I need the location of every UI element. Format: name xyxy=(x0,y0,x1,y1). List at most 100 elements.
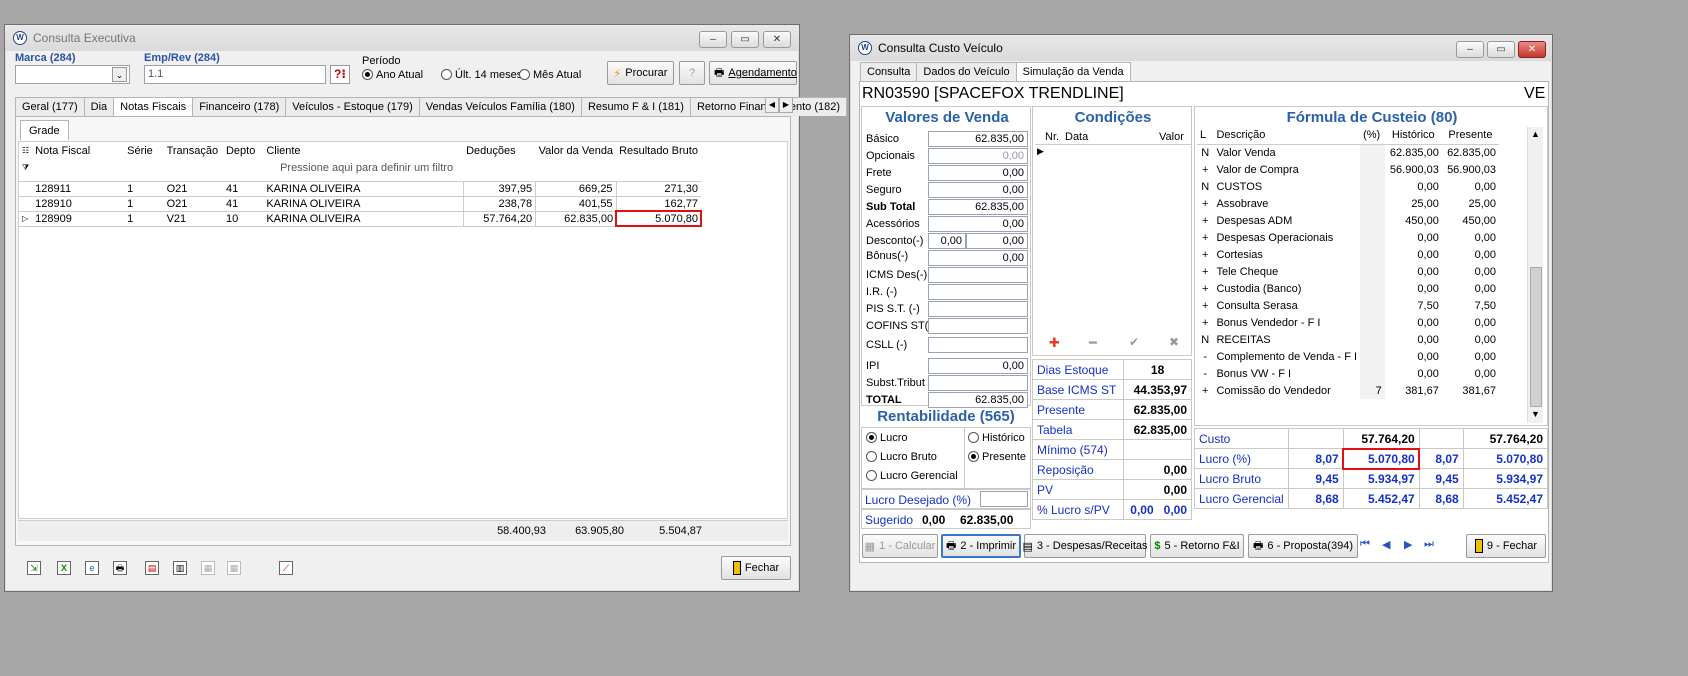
add-icon[interactable]: ✚ xyxy=(1049,335,1060,351)
table-row-selected[interactable]: ▷ 128909 1 V21 10 KARINA OLIVEIRA 57.764,20 62.… xyxy=(19,210,702,227)
tab-grade[interactable]: Grade xyxy=(20,120,69,140)
col-nota-fiscal[interactable]: Nota Fiscal xyxy=(32,142,124,159)
column-chooser-icon[interactable]: ☷ xyxy=(19,142,32,159)
scroll-up-icon[interactable]: ▲ xyxy=(1531,129,1540,139)
col-serie[interactable]: Série xyxy=(124,142,163,159)
formula-row[interactable]: + Comissão do Vendedor 7 381,67 381,67 xyxy=(1197,382,1499,399)
radio-mes-atual[interactable]: Mês Atual xyxy=(519,69,581,81)
agendamento-button[interactable]: 🖶 Agendamento xyxy=(709,61,797,85)
maximize-button[interactable]: ▭ xyxy=(1487,41,1515,58)
filter-hint[interactable]: Pressione aqui para definir um filtro xyxy=(32,159,701,176)
document-icon[interactable]: ▥ xyxy=(173,561,187,575)
ir-field[interactable] xyxy=(928,284,1028,300)
radio-lucro[interactable]: Lucro xyxy=(866,432,908,444)
scrollbar-thumb[interactable] xyxy=(1530,267,1542,407)
col-deducoes[interactable]: Deduções xyxy=(463,142,536,159)
minimize-button[interactable]: ‒ xyxy=(699,31,727,48)
formula-row[interactable]: N RECEITAS 0,00 0,00 xyxy=(1197,331,1499,348)
calcular-button[interactable]: ▦ 1 - Calcular xyxy=(862,534,938,558)
confirm-icon[interactable]: ✔ xyxy=(1129,335,1139,349)
tree-icon[interactable]: ▦ xyxy=(227,561,241,575)
formula-row[interactable]: + Valor de Compra 56.900,03 56.900,03 xyxy=(1197,161,1499,178)
tab-scroll-right-icon[interactable]: ▶ xyxy=(779,97,793,113)
table-row[interactable]: 128910 1 O21 41 KARINA OLIVEIRA 238,78 401,55 1… xyxy=(19,196,701,211)
frete-field[interactable]: 0,00 xyxy=(928,165,1028,181)
remove-icon[interactable]: ━ xyxy=(1089,335,1097,351)
help-button[interactable]: ? xyxy=(679,61,705,85)
proposta-button[interactable]: 🖶 6 - Proposta(394) xyxy=(1248,534,1358,558)
col-depto[interactable]: Depto xyxy=(223,142,263,159)
formula-row[interactable]: + Despesas Operacionais 0,00 0,00 xyxy=(1197,229,1499,246)
formula-scrollbar[interactable]: ▲ ▼ xyxy=(1527,127,1543,423)
pis-field[interactable] xyxy=(928,301,1028,317)
formula-row[interactable]: + Custodia (Banco) 0,00 0,00 xyxy=(1197,280,1499,297)
col-resultado-bruto[interactable]: Resultado Bruto xyxy=(616,142,701,159)
ipi-field[interactable]: 0,00 xyxy=(928,358,1028,374)
bonus-field[interactable]: 0,00 xyxy=(928,250,1028,266)
procurar-button[interactable]: ⚡ Procurar xyxy=(607,61,674,85)
desconto-field[interactable]: 0,00 xyxy=(966,233,1028,249)
col-transacao[interactable]: Transação xyxy=(164,142,223,159)
csll-field[interactable] xyxy=(928,337,1028,353)
formula-row[interactable]: + Bonus Vendedor - F I 0,00 0,00 xyxy=(1197,314,1499,331)
radio-lucro-bruto[interactable]: Lucro Bruto xyxy=(866,451,937,463)
emp-field[interactable]: 1.1 xyxy=(144,65,326,84)
formula-row[interactable]: + Consulta Serasa 7,50 7,50 xyxy=(1197,297,1499,314)
formula-row[interactable]: + Assobrave 25,00 25,00 xyxy=(1197,195,1499,212)
tab-simulacao-venda[interactable]: Simulação da Venda xyxy=(1015,62,1131,82)
opcionais-field[interactable]: 0,00 xyxy=(928,148,1028,164)
subst-field[interactable] xyxy=(928,375,1028,391)
maximize-button[interactable]: ▭ xyxy=(731,31,759,48)
close-button[interactable]: ✕ xyxy=(1518,41,1546,58)
formula-row[interactable]: N Valor Venda 62.835,00 62.835,00 xyxy=(1197,144,1499,161)
print-menu-icon[interactable]: 🖶 xyxy=(113,561,127,575)
prev-record-icon[interactable]: ◀ xyxy=(1382,538,1390,551)
fechar-button[interactable]: Fechar xyxy=(721,556,791,580)
fechar-button[interactable]: 9 - Fechar xyxy=(1466,534,1546,558)
close-button[interactable]: ✕ xyxy=(763,31,791,48)
tab-veiculos-estoque[interactable]: Veículos - Estoque (179) xyxy=(285,97,420,116)
collapse-icon[interactable]: ▦ xyxy=(201,561,215,575)
radio-ult-14-meses[interactable]: Últ. 14 meses xyxy=(441,69,522,81)
chart-icon[interactable]: ⟋ xyxy=(279,561,293,575)
cancel-icon[interactable]: ✖ xyxy=(1169,335,1179,349)
excel-icon[interactable]: X xyxy=(57,561,71,575)
tab-resumo-fi[interactable]: Resumo F & I (181) xyxy=(580,97,691,116)
col-valor-venda[interactable]: Valor da Venda xyxy=(536,142,616,159)
lookup-icon[interactable]: ?⁝ xyxy=(330,65,350,84)
lucro-desejado-field[interactable] xyxy=(980,491,1028,507)
minimize-button[interactable]: ‒ xyxy=(1456,41,1484,58)
despesas-button[interactable]: ▤ 3 - Despesas/Receitas xyxy=(1022,534,1148,558)
first-record-icon[interactable]: ⏮ xyxy=(1360,538,1370,551)
tab-scroll-left-icon[interactable]: ◀ xyxy=(765,97,779,113)
chevron-down-icon[interactable]: ⌄ xyxy=(112,67,127,82)
tab-consulta[interactable]: Consulta xyxy=(860,62,918,81)
basico-field[interactable]: 62.835,00 xyxy=(928,131,1028,147)
imprimir-button[interactable]: 🖶 2 - Imprimir xyxy=(941,534,1021,558)
radio-lucro-gerencial[interactable]: Lucro Gerencial xyxy=(866,470,958,482)
formula-row[interactable]: + Cortesias 0,00 0,00 xyxy=(1197,246,1499,263)
tab-financeiro[interactable]: Financeiro (178) xyxy=(192,97,287,116)
desconto-pct-field[interactable]: 0,00 xyxy=(928,233,966,249)
tab-dia[interactable]: Dia xyxy=(83,97,115,116)
browser-icon[interactable]: e xyxy=(85,561,99,575)
radio-ano-atual[interactable]: Ano Atual xyxy=(362,69,423,81)
table-row[interactable]: 128911 1 O21 41 KARINA OLIVEIRA 397,95 669,25 2… xyxy=(19,181,701,196)
tab-notas-fiscais[interactable]: Notas Fiscais xyxy=(113,97,194,117)
tab-dados-veiculo[interactable]: Dados do Veículo xyxy=(916,62,1017,81)
pdf-icon[interactable]: ▤ xyxy=(145,561,159,575)
formula-row[interactable]: + Despesas ADM 450,00 450,00 xyxy=(1197,212,1499,229)
seguro-field[interactable]: 0,00 xyxy=(928,182,1028,198)
scroll-down-icon[interactable]: ▼ xyxy=(1531,409,1540,419)
radio-presente[interactable]: Presente xyxy=(968,451,1026,463)
formula-row[interactable]: N CUSTOS 0,00 0,00 xyxy=(1197,178,1499,195)
formula-row[interactable]: + Tele Cheque 0,00 0,00 xyxy=(1197,263,1499,280)
export-icon[interactable]: ⇲ xyxy=(27,561,41,575)
radio-historico[interactable]: Histórico xyxy=(968,432,1025,444)
formula-row[interactable]: - Bonus VW - F I 0,00 0,00 xyxy=(1197,365,1499,382)
formula-row[interactable]: - Complemento de Venda - F I 0,00 0,00 xyxy=(1197,348,1499,365)
cofins-field[interactable] xyxy=(928,318,1028,334)
retorno-fi-button[interactable]: $5 - Retorno F&I xyxy=(1150,534,1244,558)
col-cliente[interactable]: Cliente xyxy=(263,142,463,159)
tab-geral[interactable]: Geral (177) xyxy=(15,97,85,116)
